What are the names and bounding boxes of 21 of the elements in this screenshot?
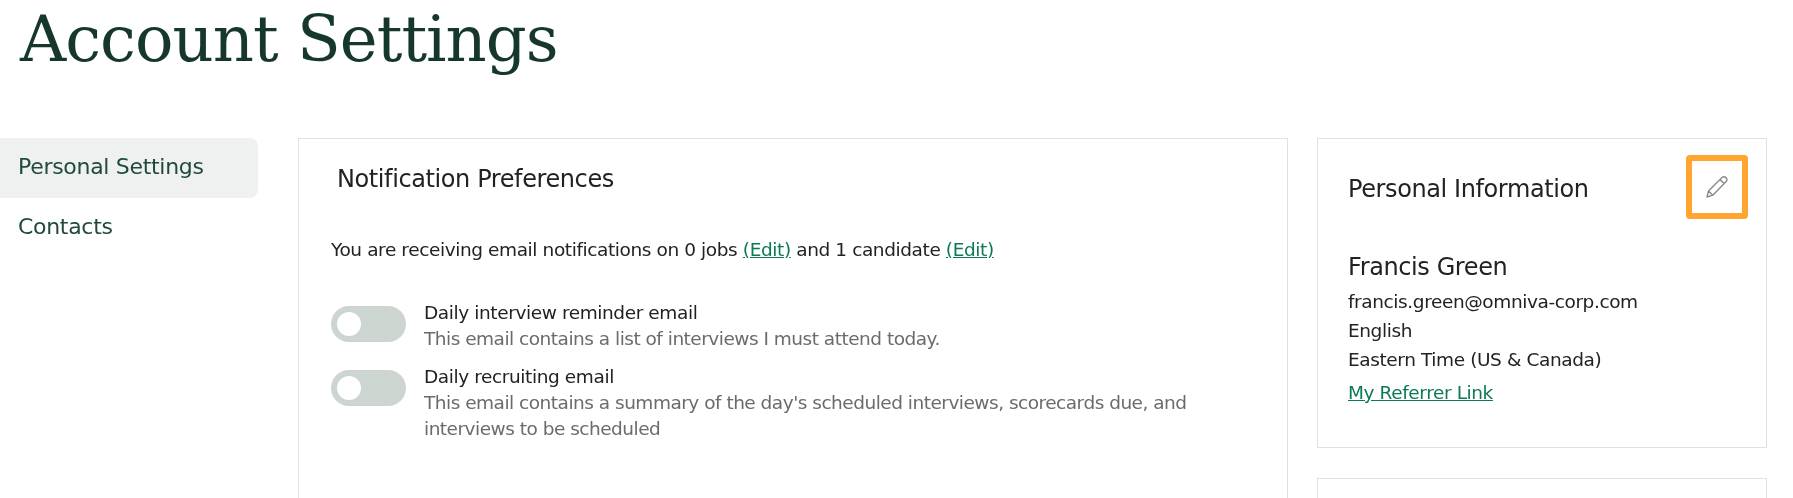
option-description: This email contains a list of interviews I must attend today. <box>424 327 941 351</box>
card-title: Notification Preferences <box>337 165 615 193</box>
edit-link[interactable]: (Edit) <box>945 239 994 260</box>
page-title: Account Settings <box>18 1 559 78</box>
info-detail: francis.green@omniva-corp.com <box>1348 290 1639 314</box>
pencil-icon <box>1703 173 1731 201</box>
info-detail: English <box>1348 319 1413 343</box>
option-description: This email contains a summary of the day's scheduled interviews, scorecards due, and interviews to be scheduled <box>424 391 1188 441</box>
option-label: Daily interview reminder email <box>424 301 699 325</box>
person-name: Francis Green <box>1348 253 1509 281</box>
sidebar-item[interactable]: Contacts <box>0 198 258 258</box>
notification-summary: You are receiving email notifications on 0 jobs (Edit) and 1 candidate (Edit) <box>331 239 995 260</box>
option-label: Daily recruiting email <box>424 365 615 389</box>
card-title: Personal Information <box>1348 175 1589 203</box>
sidebar-item[interactable]: Personal Settings <box>0 138 258 198</box>
edit-button[interactable] <box>1686 155 1748 219</box>
toggle-switch[interactable] <box>331 370 406 406</box>
info-detail: Eastern Time (US & Canada) <box>1348 348 1603 372</box>
referrer-link[interactable]: My Referrer Link <box>1348 382 1493 403</box>
edit-link[interactable]: (Edit) <box>742 239 791 260</box>
toggle-switch[interactable] <box>331 306 406 342</box>
